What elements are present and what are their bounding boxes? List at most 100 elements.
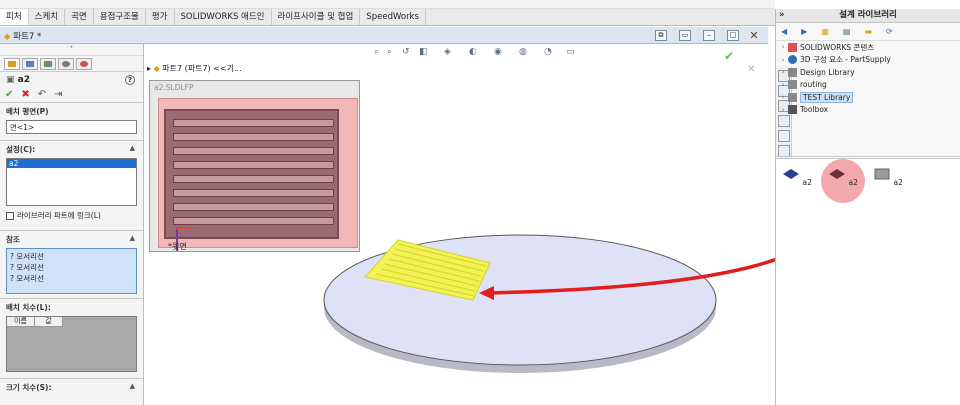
slot [173,175,334,183]
size-dims-title: 크기 치수(S): [6,383,52,392]
partsupply-icon [788,55,797,65]
tab-weldments[interactable]: 용접구조물 [94,9,146,25]
placement-plane-section: 배치 평면(P) 면<1> [0,102,143,140]
feature-thumbnail-icon [829,169,846,179]
view-palette-tab-icon[interactable] [778,115,790,127]
library-item-label: Toolbox [800,105,829,115]
restore-window-button[interactable]: ⧉ [655,30,667,41]
collapse-icon[interactable]: ▲ [130,234,135,242]
link-to-library-row[interactable]: 라이브러리 파트에 링크(L) [6,210,137,221]
close-window-button[interactable]: ✕ [748,30,760,41]
col-value: 값 [35,317,63,327]
references-section: 참조 ▲ ? 모서리선 ? 모서리선 ? 모서리선 [0,230,143,298]
feature-name: a2 [17,75,30,85]
dims-table-header: 이름 값 [7,317,136,327]
library-item-label: routing [800,80,827,90]
part-icon: ◆ [4,32,11,42]
placement-plane-title: 배치 평면(P) [6,107,49,116]
library-item-toolbox[interactable]: › Toolbox [778,104,960,117]
preview-title: a2.SLDLFP [154,83,194,92]
library-thumbnail[interactable]: a2 [777,167,817,203]
maximize-window-button[interactable]: □ [727,30,739,41]
back-icon[interactable]: ↶ [38,89,46,101]
library-thumbnail[interactable]: a2 [868,167,908,203]
expand-icon[interactable]: › [778,43,788,51]
tab-evaluate[interactable]: 평가 [146,9,175,25]
dimxpert-tab[interactable] [58,58,74,70]
references-list[interactable]: ? 모서리선 ? 모서리선 ? 모서리선 [6,248,137,294]
preview-canvas: *윗면 [158,98,358,251]
ribbon-strip [0,0,775,9]
collapse-icon[interactable]: ▲ [130,382,135,390]
display-manager-tab[interactable] [76,58,92,70]
slot [173,133,334,141]
collapse-icon[interactable]: ▲ [130,144,135,152]
help-icon[interactable]: ? [125,75,135,85]
thumbnail-label: a2 [893,178,903,187]
appearances-tab-icon[interactable] [778,130,790,142]
cancel-icon[interactable]: ✖ [21,89,29,101]
slot [173,119,334,127]
pushpin-icon[interactable]: ⇥ [54,89,62,101]
library-item-routing[interactable]: › routing [778,79,960,92]
solidworks-content-icon [788,42,797,52]
tab-sketch[interactable]: 스케치 [29,9,66,25]
slot [173,217,334,225]
minimize-window-button[interactable]: – [703,30,715,41]
create-folder-icon[interactable]: ▬ [864,27,872,36]
feature-tree-tab[interactable] [4,58,20,70]
tab-speedworks[interactable]: SpeedWorks [360,9,426,25]
tab-surfaces[interactable]: 곡면 [65,9,94,25]
add-location-icon[interactable]: ▤ [843,27,851,36]
configuration-item[interactable]: a2 [7,159,136,168]
slot [173,161,334,169]
manager-tabs [0,56,143,72]
library-thumbnail-selected[interactable]: a2 [823,167,863,203]
expand-icon[interactable]: › [778,68,788,76]
reference-item[interactable]: ? 모서리선 [10,262,133,273]
reference-item[interactable]: ? 모서리선 [10,273,133,284]
placement-dims-table[interactable]: 이름 값 [6,316,137,372]
tab-addins[interactable]: SOLIDWORKS 애드인 [175,9,272,25]
document-title: ◆ 파트7 * [4,30,41,42]
placement-plane-field[interactable]: 면<1> [6,120,137,134]
library-item-label: TEST Library [800,91,854,103]
reference-item[interactable]: ? 모서리선 [10,251,133,262]
back-icon[interactable]: ◀ [781,27,787,36]
configuration-list[interactable]: a2 [6,158,137,206]
refresh-icon[interactable]: ⟳ [886,27,893,36]
col-name: 이름 [7,317,35,327]
slot [173,189,334,197]
library-feature-preview-window: a2.SLDLFP *윗면 [149,80,360,252]
references-title: 참조 [6,235,20,244]
library-item-design-library[interactable]: › Design Library [778,66,960,79]
link-checkbox-label: 라이브러리 파트에 링크(L) [17,211,101,220]
panel-grip[interactable]: • [0,44,143,56]
property-manager: • ▣ a2 ? ✔ ✖ ↶ ⇥ 배치 평면(P) 면<1> 설정(C): ▲ … [0,44,144,405]
library-item-solidworks-content[interactable]: › SOLIDWORKS 콘텐츠 [778,41,960,54]
thumbnail-label: a2 [802,178,812,187]
expand-icon[interactable]: › [778,81,788,89]
collapse-pane-icon[interactable]: » [779,9,785,22]
link-checkbox[interactable] [6,211,14,220]
expand-icon[interactable]: › [778,56,788,64]
tab-features[interactable]: 피처 [0,9,29,25]
tile-window-button[interactable]: ▭ [679,30,691,41]
forward-icon[interactable]: ▶ [801,27,807,36]
slot [173,147,334,155]
configuration-manager-tab[interactable] [40,58,56,70]
slot [173,203,334,211]
library-item-partsupply[interactable]: › 3D 구성 요소 - PartSupply [778,54,960,67]
assembly-thumbnail-icon [874,168,890,180]
task-pane: » 설계 라이브러리 ◀ ▶ ▦ ▤ ▬ ⟳ › SOLIDWORKS 콘텐츠 … [775,9,960,405]
library-item-test-library[interactable]: › TEST Library [778,91,960,104]
ok-icon[interactable]: ✔ [5,89,13,101]
task-pane-title: » 설계 라이브러리 [776,9,960,23]
add-to-library-icon[interactable]: ▦ [821,27,829,36]
origin-plane-label: *윗면 [168,242,187,251]
expand-icon[interactable]: › [778,93,788,101]
tab-lifecycle[interactable]: 라이프사이클 및 협업 [272,9,361,25]
graphics-area[interactable]: ⌕ ⌕ ↺ ◧ ◈ ◐ ◉ ◍ ◔ ▭ ✔ ✕ ▸ ◆ 파트7 (파트7) <<… [144,44,755,405]
expand-icon[interactable]: › [778,106,788,114]
property-manager-tab[interactable] [22,58,38,70]
